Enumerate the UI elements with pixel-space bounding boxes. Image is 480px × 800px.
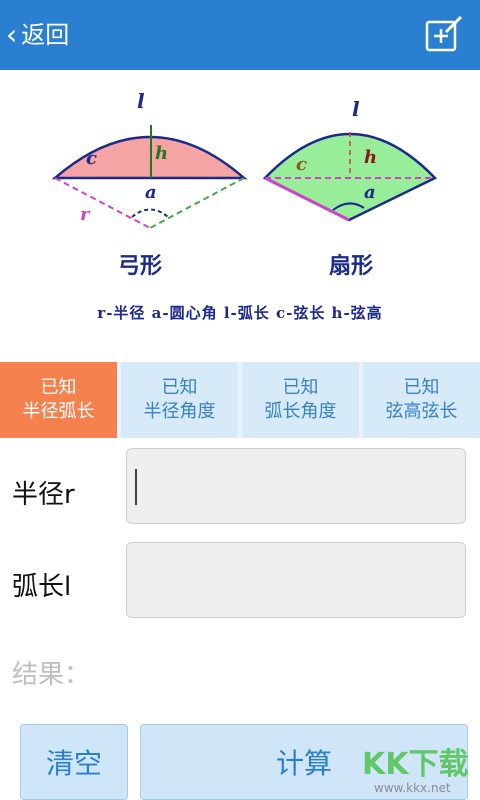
tab-line1: 已知 <box>403 377 440 398</box>
text-caret <box>135 469 137 505</box>
label-a-right: a <box>364 182 376 203</box>
arc-length-label: 弧长l <box>12 572 72 602</box>
label-a-left: a <box>145 182 157 203</box>
segment-shape <box>51 135 248 180</box>
label-l-left: l <box>137 89 145 113</box>
label-c-right: c <box>296 154 307 175</box>
label-l-right: l <box>352 97 360 121</box>
clear-button[interactable]: 清空 <box>20 724 128 800</box>
tab-radius-angle[interactable]: 已知 半径角度 <box>121 362 238 438</box>
label-r-left: r <box>80 204 91 225</box>
tab-radius-arc[interactable]: 已知 半径弧长 <box>0 362 117 438</box>
tab-line1: 已知 <box>282 377 319 398</box>
symbol-legend: r-半径 a-圆心角 l-弧长 c-弦长 h-弦高 <box>97 304 383 322</box>
back-button[interactable]: ‹ 返回 <box>6 18 69 52</box>
tab-line2: 弦高弦长 <box>385 401 458 422</box>
tab-arc-angle[interactable]: 已知 弧长角度 <box>242 362 359 438</box>
sector-title: 扇形 <box>329 253 373 279</box>
arc-length-input[interactable] <box>126 542 466 618</box>
chevron-left-icon: ‹ <box>6 18 18 51</box>
edit-icon[interactable] <box>424 16 464 54</box>
tab-line2: 半径角度 <box>143 401 216 422</box>
back-label: 返回 <box>21 21 70 49</box>
label-c-left: c <box>86 148 97 169</box>
kk-watermark-logo: KK下载 www.kkx.net <box>362 747 469 795</box>
tab-line1: 已知 <box>161 377 198 398</box>
svg-text:www.kkx.net: www.kkx.net <box>374 781 451 795</box>
title-bar: ‹ 返回 <box>0 0 480 70</box>
result-label: 结果： <box>12 660 91 690</box>
tab-line2: 半径弧长 <box>22 401 95 422</box>
mode-tabs: 已知 半径弧长 已知 半径角度 已知 弧长角度 已知 弦高弦长 <box>0 362 480 438</box>
label-h-right: h <box>364 147 377 168</box>
radius-label: 半径r <box>12 480 75 510</box>
tab-height-chord[interactable]: 已知 弦高弦长 <box>363 362 480 438</box>
tab-line2: 弧长角度 <box>264 401 337 422</box>
segment-title: 弓形 <box>118 254 162 279</box>
tab-line1: 已知 <box>40 377 77 398</box>
svg-text:KK下载: KK下载 <box>362 747 469 782</box>
label-h-left: h <box>155 143 168 164</box>
radius-input[interactable] <box>126 448 466 524</box>
